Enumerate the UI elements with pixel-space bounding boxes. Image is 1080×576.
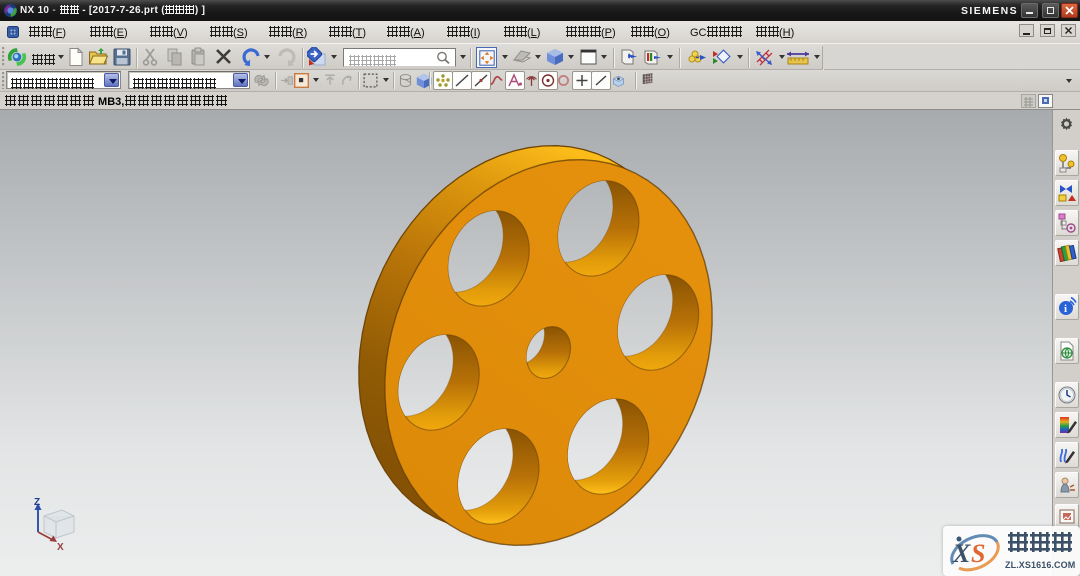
svg-text:Z: Z bbox=[34, 497, 40, 508]
svg-text:X: X bbox=[952, 539, 971, 568]
svg-text:i: i bbox=[1064, 303, 1067, 315]
svg-text:X: X bbox=[57, 542, 64, 553]
svg-text:S: S bbox=[971, 539, 985, 568]
